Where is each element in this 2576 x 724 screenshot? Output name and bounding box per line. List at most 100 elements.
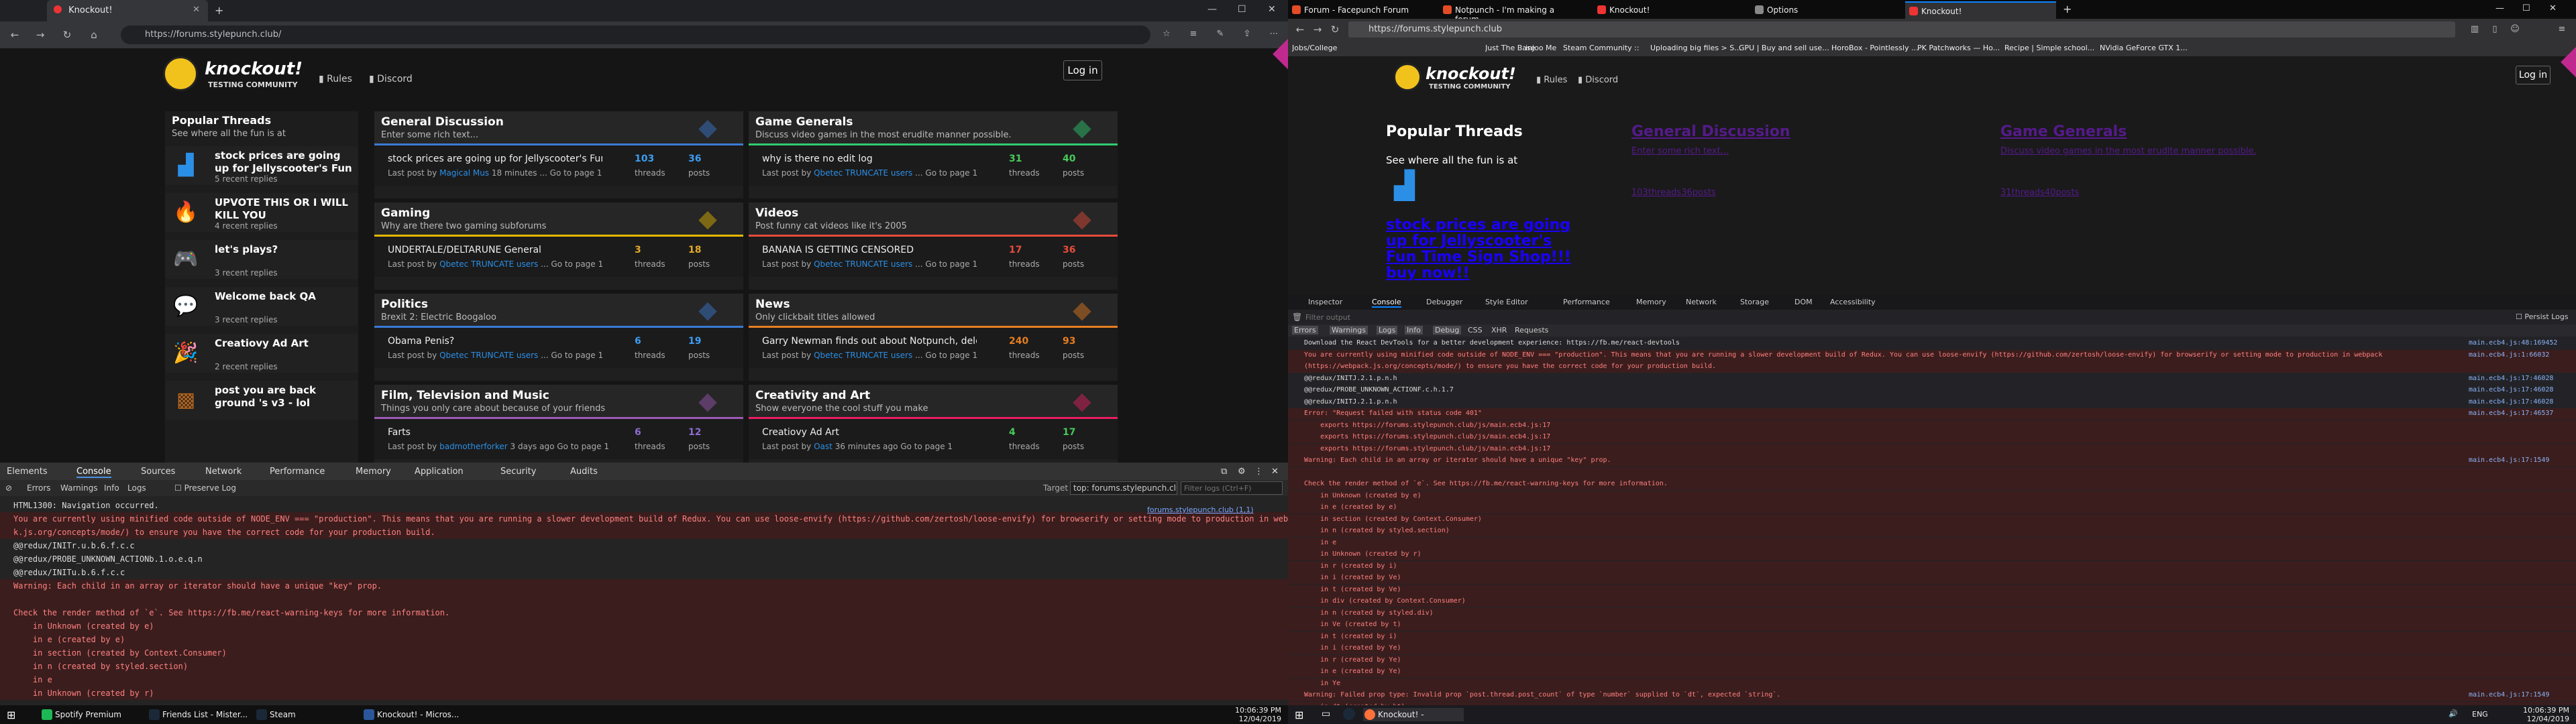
browser-tab[interactable]: Forum - Facepunch Forum [1288, 1, 1439, 19]
more-icon[interactable]: ⋮ [1254, 467, 1263, 477]
account-icon[interactable]: ☺ [2509, 23, 2521, 36]
taskbar-app[interactable]: Friends List - Mister... [148, 708, 248, 721]
devtools-tab[interactable]: Accessibility [1830, 298, 1876, 306]
popular-thread-link[interactable]: stock prices are going up for Jellyscoot… [1386, 217, 1587, 282]
windows-start-icon[interactable]: ⊞ [7, 709, 15, 721]
devtools-tab[interactable]: Elements [7, 467, 48, 477]
last-post-author[interactable]: Magical Mus [439, 168, 489, 178]
category-header[interactable]: Videos Post funny cat videos like it's 20… [749, 202, 1118, 235]
goto-page-link[interactable]: Go to page 1 [551, 351, 603, 360]
latest-thread-row[interactable]: Garry Newman finds out about Notpunch, d… [749, 328, 1118, 368]
devtools-tab[interactable]: Performance [1563, 298, 1610, 306]
console-filter-button[interactable]: Requests [1513, 326, 1550, 335]
bookmark-item[interactable]: GPU | Buy and sell use... [1739, 44, 1829, 52]
source-link[interactable]: main.ecb4.js:1:66032 [2469, 351, 2550, 359]
browser-tab[interactable]: Options [1751, 1, 1902, 19]
address-bar[interactable]: https://forums.stylepunch.club [1348, 21, 2455, 38]
trash-icon[interactable]: 🗑 [1292, 312, 1302, 322]
devtools-tab[interactable]: Sources [141, 467, 175, 477]
close-tab-icon[interactable]: ✕ [193, 5, 200, 15]
bookmark-item[interactable]: PK Patchworks — Ho... [1917, 44, 2000, 52]
cat-desc-general[interactable]: Enter some rich text... [1631, 146, 1729, 156]
source-link[interactable]: main.ecb4.js:17:46028 [2469, 386, 2553, 394]
devtools-tab[interactable]: Inspector [1308, 298, 1342, 306]
popular-thread-item[interactable]: 🎉 Creatiovy Ad Art 2 recent replies [165, 334, 358, 373]
latest-thread-title[interactable]: Creatiovy Ad Art [762, 427, 977, 438]
category-name[interactable]: General Discussion [381, 115, 504, 129]
last-post-author[interactable]: Qbetec TRUNCATE users [814, 168, 912, 178]
cat-link-games[interactable]: Game Generals [2000, 123, 2127, 140]
bookmark-star-icon[interactable]: ☆ [1161, 28, 1173, 40]
popular-thread-title[interactable]: Welcome back QA [215, 290, 352, 303]
source-link[interactable]: main.ecb4.js:17:1549 [2469, 691, 2550, 699]
console-filter-button[interactable]: Info [1405, 326, 1423, 335]
devtools-tab[interactable]: Console [1372, 298, 1401, 308]
source-link[interactable]: main.ecb4.js:17:1549 [2469, 457, 2550, 464]
console-filter-input[interactable] [1181, 481, 1283, 495]
knockout-logo[interactable] [163, 56, 198, 91]
console-filter-button[interactable]: XHR [1489, 326, 1509, 335]
browser-tab[interactable]: Knockout! [1905, 1, 2056, 19]
goto-page-link[interactable]: Go to page 1 [557, 442, 609, 451]
category-name[interactable]: Game Generals [755, 115, 853, 129]
minimize-icon[interactable]: — [1208, 4, 1217, 15]
filter-errors[interactable]: Errors [27, 483, 51, 493]
latest-thread-title[interactable]: BANANA IS GETTING CENSORED [762, 245, 977, 255]
nav-discord[interactable]: ▮ Discord [1578, 75, 1618, 85]
back-icon[interactable]: ← [1293, 23, 1307, 36]
category-name[interactable]: Gaming [381, 206, 430, 220]
console-filter-button[interactable]: CSS [1466, 326, 1485, 335]
category-name[interactable]: Film, Television and Music [381, 389, 549, 402]
nav-rules[interactable]: ▮ Rules [1536, 75, 1567, 85]
category-header[interactable]: Game Generals Discuss video games in the … [749, 111, 1118, 143]
menu-icon[interactable]: ≡ [2556, 23, 2568, 36]
category-name[interactable]: News [755, 298, 790, 311]
devtools-tab[interactable]: Audits [570, 467, 598, 477]
share-icon[interactable]: ⇪ [1241, 28, 1253, 40]
clear-console-icon[interactable]: ⊘ [5, 483, 12, 493]
bookmark-item[interactable]: Jobs/College [1292, 44, 1337, 52]
bookmark-item[interactable]: Steam Community :: [1563, 44, 1640, 52]
devtools-tab[interactable]: Storage [1740, 298, 1769, 306]
forward-icon[interactable]: → [34, 28, 47, 42]
taskbar-app[interactable]: Spotify Premium [40, 708, 141, 721]
preserve-log-checkbox[interactable]: ☐ Preserve Log [174, 483, 236, 493]
devtools-tab[interactable]: Network [205, 467, 241, 477]
maximize-icon[interactable]: ☐ [2522, 3, 2530, 13]
maximize-icon[interactable]: ☐ [1238, 4, 1246, 15]
close-devtools-icon[interactable]: ✕ [1271, 467, 1279, 477]
menu-icon[interactable]: ⋯ [1268, 28, 1280, 40]
console-filter-button[interactable]: Debug [1433, 326, 1462, 335]
login-button[interactable]: Log in [1063, 60, 1102, 80]
persist-logs-checkbox[interactable]: ☐ Persist Logs [2516, 312, 2569, 321]
latest-thread-title[interactable]: Garry Newman finds out about Notpunch, d… [762, 336, 977, 347]
last-post-author[interactable]: Qbetec TRUNCATE users [814, 351, 912, 360]
sidebar-icon[interactable]: ▯ [2489, 23, 2501, 36]
settings-icon[interactable]: ⚙ [1238, 467, 1246, 477]
new-tab-icon[interactable]: + [215, 4, 223, 17]
category-header[interactable]: Gaming Why are there two gaming subforums… [374, 202, 743, 235]
goto-page-link[interactable]: Go to page 1 [550, 168, 602, 178]
bookmark-item[interactable]: injoo Me [1525, 44, 1556, 52]
category-header[interactable]: Politics Brexit 2: Electric Boogaloo ◆ [374, 294, 743, 326]
devtools-tab[interactable]: Debugger [1426, 298, 1462, 306]
popular-thread-item[interactable]: ▩ post you are back ground 's v3 - lol ed… [165, 381, 358, 420]
devtools-tab[interactable]: Style Editor [1485, 298, 1528, 306]
source-link[interactable]: main.ecb4.js:17:46028 [2469, 375, 2553, 382]
steam-icon[interactable] [1343, 708, 1355, 720]
latest-thread-title[interactable]: Obama Penis? [388, 336, 602, 347]
bookmark-item[interactable]: Uploading big files > S... [1650, 44, 1741, 52]
last-post-author[interactable]: Oast [814, 442, 833, 451]
latest-thread-row[interactable]: Creatiovy Ad Art Last post by Oast 36 min… [749, 419, 1118, 459]
popular-thread-title[interactable]: stock prices are going up for Jellyscoot… [215, 149, 352, 176]
close-window-icon[interactable]: ✕ [2549, 3, 2557, 13]
reload-icon[interactable]: ↻ [60, 28, 74, 42]
windows-start-icon[interactable]: ⊞ [1295, 709, 1303, 721]
category-header[interactable]: News Only clickbait titles allowed ◆ [749, 294, 1118, 326]
latest-thread-title[interactable]: UNDERTALE/DELTARUNE General [388, 245, 602, 255]
back-icon[interactable]: ← [8, 28, 21, 42]
minimize-icon[interactable]: — [2496, 3, 2504, 13]
source-link[interactable]: forums.stylepunch.club (1,1) [1147, 505, 1254, 514]
goto-page-link[interactable]: Go to page 1 [551, 259, 603, 269]
latest-thread-row[interactable]: BANANA IS GETTING CENSORED Last post by Q… [749, 237, 1118, 277]
